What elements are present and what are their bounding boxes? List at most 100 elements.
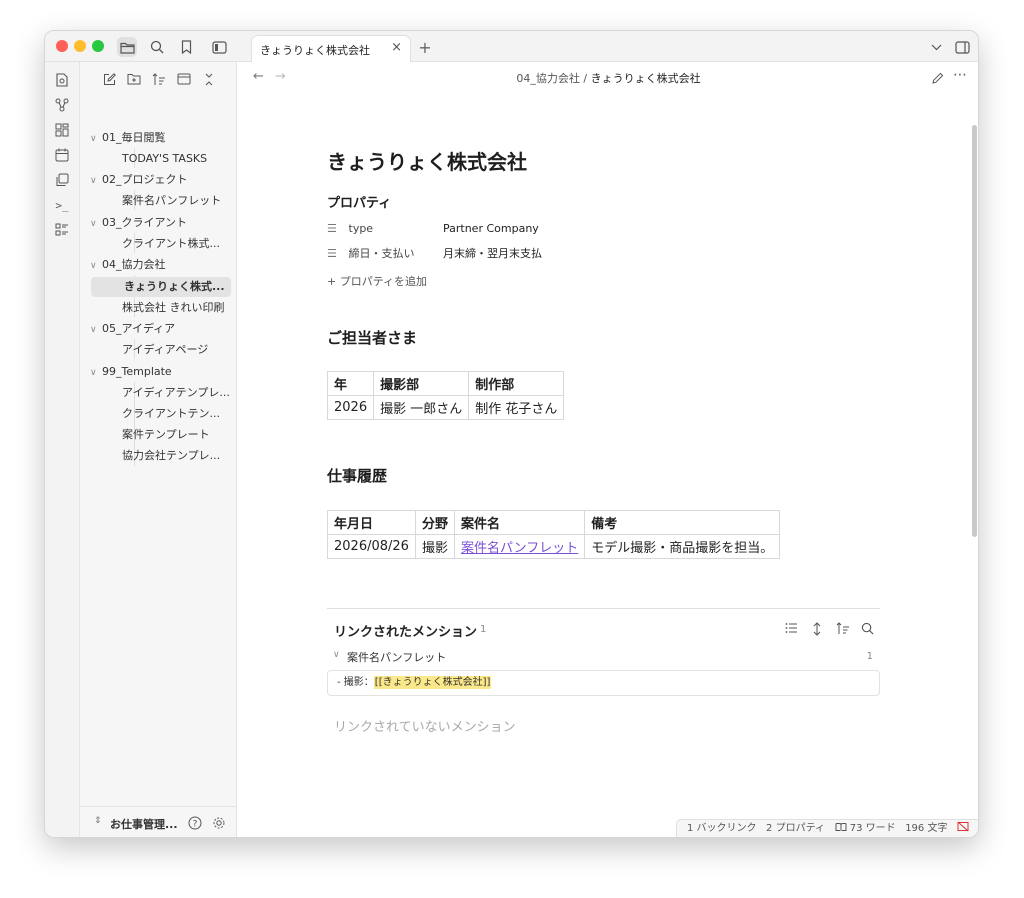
scrollbar[interactable] bbox=[972, 125, 977, 537]
title-bar: きょうりょく株式会社 × + bbox=[45, 31, 978, 62]
linked-mentions-title[interactable]: リンクされたメンション bbox=[334, 621, 477, 640]
chevron-down-icon: ∨ bbox=[90, 219, 97, 229]
chevron-down-icon: ∨ bbox=[90, 368, 97, 378]
more-options-icon[interactable]: ⋯ bbox=[953, 67, 967, 83]
canvas-icon[interactable] bbox=[53, 121, 71, 139]
app-window: きょうりょく株式会社 × + >_ ∨ 01_毎日閲覧 TODAY'S TASK… bbox=[44, 30, 979, 838]
add-property-button[interactable]: + プロパティを追加 bbox=[327, 271, 427, 293]
svg-text:?: ? bbox=[193, 820, 198, 830]
file-item[interactable]: アイディアテンプレ... bbox=[122, 383, 236, 403]
property-row[interactable]: ☰ 締日・支払い 月末締・翌月末支払 bbox=[327, 243, 542, 265]
file-explorer: ∨ 01_毎日閲覧 TODAY'S TASKS ∨ 02_プロジェクト 案件名パンフ… bbox=[80, 62, 237, 837]
table-cell: 制作 花子さん bbox=[468, 395, 565, 420]
zoom-window-button[interactable] bbox=[92, 40, 104, 52]
reading-view-book-icon[interactable] bbox=[835, 823, 850, 834]
vault-name[interactable]: お仕事管理... bbox=[110, 816, 178, 832]
chevron-down-icon[interactable] bbox=[926, 37, 946, 57]
folder-label: 04_協力会社 bbox=[102, 258, 166, 271]
file-item[interactable]: アイディアページ bbox=[122, 340, 236, 360]
unlinked-mentions-title[interactable]: リンクされていないメンション bbox=[334, 716, 516, 735]
right-sidebar-toggle-icon[interactable] bbox=[952, 37, 972, 57]
edit-pencil-icon[interactable] bbox=[931, 70, 944, 89]
close-window-button[interactable] bbox=[56, 40, 68, 52]
status-chars: 196 文字 bbox=[905, 823, 948, 834]
tab-active-note[interactable]: きょうりょく株式会社 × bbox=[251, 35, 411, 62]
folder-label: 99_Template bbox=[102, 365, 172, 378]
table-cell: 2026/08/26 bbox=[327, 534, 416, 559]
collapse-all-icon[interactable] bbox=[199, 70, 219, 88]
folder-05[interactable]: ∨ 05_アイディア bbox=[90, 319, 175, 339]
file-item[interactable]: クライアントテン... bbox=[122, 404, 236, 424]
list-toggle-icon[interactable] bbox=[785, 622, 798, 638]
properties-heading: プロパティ bbox=[327, 196, 392, 211]
folder-99[interactable]: ∨ 99_Template bbox=[90, 362, 172, 382]
chevron-down-icon[interactable]: ∨ bbox=[333, 650, 340, 660]
file-item-active[interactable]: きょうりょく株式... bbox=[91, 277, 231, 297]
list-icon[interactable] bbox=[53, 221, 71, 239]
graph-view-icon[interactable] bbox=[53, 96, 71, 114]
sort-icon[interactable] bbox=[836, 622, 850, 639]
text-lines-icon: ☰ bbox=[327, 247, 337, 260]
folder-icon[interactable] bbox=[117, 37, 137, 57]
folder-03[interactable]: ∨ 03_クライアント bbox=[90, 213, 187, 233]
status-backlinks[interactable]: 1 バックリンク bbox=[687, 823, 757, 834]
file-item[interactable]: 協力会社テンプレ... bbox=[122, 446, 236, 466]
status-words: 73 ワード bbox=[849, 823, 896, 834]
breadcrumb: 04_協力会社 / きょうりょく株式会社 bbox=[237, 70, 978, 86]
sort-icon[interactable] bbox=[149, 70, 169, 88]
note-title[interactable]: きょうりょく株式会社 bbox=[327, 146, 527, 175]
history-heading: 仕事履歴 bbox=[327, 467, 388, 485]
breadcrumb-file[interactable]: きょうりょく株式会社 bbox=[591, 72, 701, 85]
chevron-down-icon: ∨ bbox=[90, 134, 97, 144]
folder-02[interactable]: ∨ 02_プロジェクト bbox=[90, 170, 188, 190]
copy-icon[interactable] bbox=[53, 171, 71, 189]
new-note-icon[interactable] bbox=[99, 70, 119, 88]
snippet-text: - 撮影： bbox=[337, 677, 374, 688]
table-header: 分野 bbox=[414, 510, 455, 535]
search-icon[interactable] bbox=[147, 37, 167, 57]
folder-04[interactable]: ∨ 04_協力会社 bbox=[90, 255, 166, 275]
ribbon: >_ bbox=[45, 62, 80, 837]
file-item[interactable]: 案件テンプレート bbox=[122, 425, 236, 445]
breadcrumb-separator: / bbox=[583, 72, 588, 85]
file-item[interactable]: クライアント株式... bbox=[122, 234, 236, 254]
reveal-file-icon[interactable] bbox=[174, 70, 194, 88]
folder-label: 03_クライアント bbox=[102, 216, 188, 229]
property-value[interactable]: 月末締・翌月末支払 bbox=[443, 243, 542, 265]
terminal-icon[interactable]: >_ bbox=[53, 196, 71, 214]
table-header: 備考 bbox=[584, 510, 781, 535]
file-item[interactable]: TODAY'S TASKS bbox=[122, 149, 236, 169]
property-row[interactable]: ☰ type Partner Company bbox=[327, 218, 539, 240]
backlink-snippet[interactable]: - 撮影：[[きょうりょく株式会社]] bbox=[327, 670, 880, 696]
backlink-source-title[interactable]: 案件名パンフレット bbox=[347, 649, 446, 665]
file-item[interactable]: 案件名パンフレット bbox=[122, 191, 236, 211]
internal-link[interactable]: 案件名パンフレット bbox=[461, 541, 578, 556]
text-lines-icon: ☰ bbox=[327, 222, 337, 235]
bookmark-icon[interactable] bbox=[176, 37, 196, 57]
chevron-down-icon: ∨ bbox=[90, 261, 97, 271]
expand-icon[interactable] bbox=[812, 622, 822, 640]
sidebar-toggle-icon[interactable] bbox=[209, 37, 229, 57]
help-icon[interactable]: ? bbox=[188, 815, 202, 834]
search-icon[interactable] bbox=[861, 622, 874, 639]
status-properties[interactable]: 2 プロパティ bbox=[766, 823, 825, 834]
table-cell: 撮影 一郎さん bbox=[373, 395, 470, 420]
breadcrumb-folder[interactable]: 04_協力会社 bbox=[516, 72, 580, 85]
new-tab-button[interactable]: + bbox=[415, 37, 435, 57]
minimize-window-button[interactable] bbox=[74, 40, 86, 52]
sync-off-icon[interactable] bbox=[957, 821, 969, 834]
vault-footer: ⇕ お仕事管理... ? bbox=[80, 806, 237, 837]
tab-close-button[interactable]: × bbox=[391, 40, 402, 55]
snippet-highlight: [[きょうりょく株式会社]] bbox=[373, 676, 492, 689]
calendar-icon[interactable] bbox=[53, 146, 71, 164]
switcher-icon[interactable] bbox=[53, 71, 71, 89]
table-header: 制作部 bbox=[468, 371, 565, 396]
table-cell: モデル撮影・商品撮影を担当。 bbox=[584, 534, 781, 559]
settings-gear-icon[interactable] bbox=[212, 815, 226, 834]
vault-switch-icon[interactable]: ⇕ bbox=[94, 816, 102, 826]
table-header: 案件名 bbox=[453, 510, 586, 535]
folder-01[interactable]: ∨ 01_毎日閲覧 bbox=[90, 128, 166, 148]
file-item[interactable]: 株式会社 きれい印刷 bbox=[122, 298, 236, 318]
property-value[interactable]: Partner Company bbox=[443, 218, 539, 240]
new-folder-icon[interactable] bbox=[124, 70, 144, 88]
